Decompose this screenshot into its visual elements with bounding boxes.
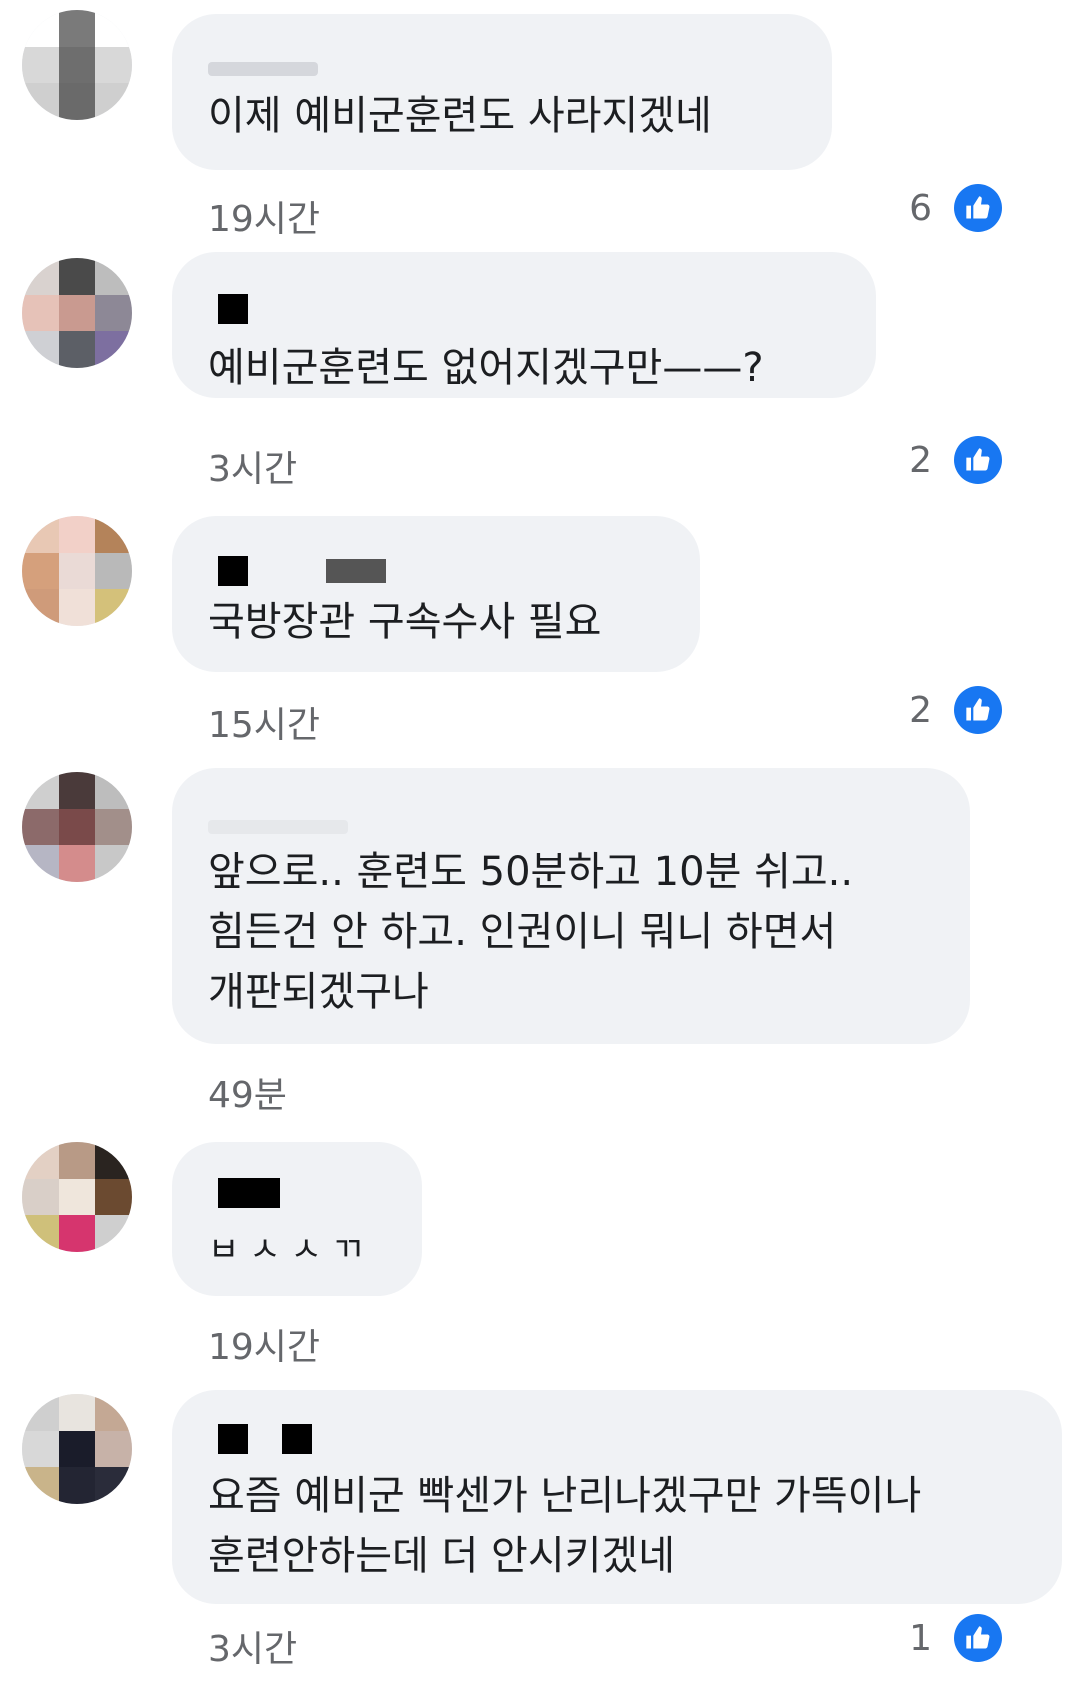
like-count: 2 xyxy=(909,689,932,731)
like-reaction[interactable]: 6 xyxy=(909,184,1002,232)
thumbs-up-icon xyxy=(954,1614,1002,1662)
comment-time[interactable]: 3시간 xyxy=(208,1620,297,1672)
comment-text: 요즘 예비군 빡센가 난리나겠구만 가뜩이나 훈련안하는데 더 안시키겠네 xyxy=(208,1473,922,1579)
like-reaction[interactable]: 2 xyxy=(909,686,1002,734)
avatar[interactable] xyxy=(22,772,132,882)
author-name-redacted[interactable] xyxy=(208,62,318,76)
like-reaction[interactable]: 1 xyxy=(909,1614,1002,1662)
comment-text: 국방장관 구속수사 필요 xyxy=(208,599,602,645)
author-name-redacted[interactable] xyxy=(218,1178,280,1208)
comment-item: 요즘 예비군 빡센가 난리나겠구만 가뜩이나 훈련안하는데 더 안시키겠네 3시… xyxy=(0,0,1080,1670)
avatar[interactable] xyxy=(22,1142,132,1252)
comment-text: 앞으로.. 훈련도 50분하고 10분 쉬고.. 힘든건 안 하고. 인권이니 … xyxy=(208,849,854,1015)
avatar[interactable] xyxy=(22,258,132,368)
comment-time[interactable]: 3시간 xyxy=(208,440,297,492)
comment-time[interactable]: 19시간 xyxy=(208,1318,320,1370)
comment-item: 이제 예비군훈련도 사라지겠네 19시간 6 xyxy=(0,0,1080,240)
comment-text: 예비군훈련도 없어지겠구만——? xyxy=(208,345,764,391)
avatar[interactable] xyxy=(22,516,132,626)
like-reaction[interactable]: 2 xyxy=(909,436,1002,484)
thumbs-up-icon xyxy=(954,686,1002,734)
comment-time[interactable]: 49분 xyxy=(208,1066,287,1118)
like-count: 6 xyxy=(909,187,932,229)
author-name-redacted[interactable] xyxy=(218,294,248,324)
author-name-redacted[interactable] xyxy=(208,820,348,834)
author-name-redacted[interactable] xyxy=(218,556,386,586)
thumbs-up-icon xyxy=(954,184,1002,232)
thumbs-up-icon xyxy=(954,436,1002,484)
avatar[interactable] xyxy=(22,1394,132,1504)
comment-time[interactable]: 19시간 xyxy=(208,190,320,242)
author-name-redacted[interactable] xyxy=(218,1424,312,1454)
comment-text: 이제 예비군훈련도 사라지겠네 xyxy=(208,93,712,139)
comment-text: ㅂㅅㅅㄲ xyxy=(208,1230,374,1270)
like-count: 2 xyxy=(909,439,932,481)
like-count: 1 xyxy=(909,1617,932,1659)
comment-time[interactable]: 15시간 xyxy=(208,696,320,748)
avatar[interactable] xyxy=(22,10,132,120)
